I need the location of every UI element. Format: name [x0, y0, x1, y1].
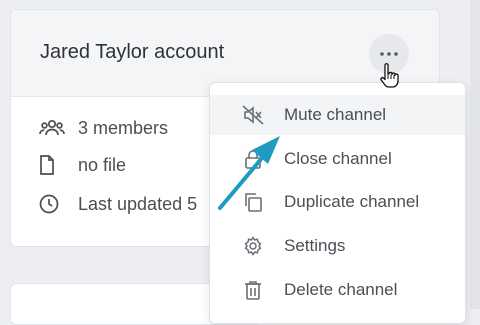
menu-item-delete-channel[interactable]: Delete channel [210, 270, 465, 310]
file-icon [39, 154, 65, 176]
menu-item-label: Close channel [284, 149, 392, 168]
card-title: Jared Taylor account [40, 41, 225, 63]
lock-icon [242, 148, 264, 170]
mute-icon [242, 104, 264, 126]
users-icon [39, 117, 65, 139]
menu-item-close-channel[interactable]: Close channel [210, 139, 465, 179]
file-status: no file [78, 154, 127, 175]
menu-item-label: Mute channel [284, 105, 387, 124]
updated-row: Last updated 5 [39, 193, 197, 215]
more-horizontal-icon [380, 52, 398, 56]
file-row: no file [39, 154, 126, 176]
members-row: 3 members [39, 117, 168, 139]
last-updated: Last updated 5 [78, 193, 198, 214]
members-count: 3 members [78, 117, 169, 138]
menu-item-label: Delete channel [284, 280, 398, 299]
menu-item-label: Duplicate channel [284, 192, 420, 211]
menu-item-duplicate-channel[interactable]: Duplicate channel [210, 182, 465, 222]
channel-options-menu: Mute channel Close channel Duplicate cha… [209, 82, 466, 324]
gear-icon [242, 235, 264, 257]
clock-icon [39, 193, 65, 215]
more-options-button[interactable] [369, 34, 409, 74]
menu-item-label: Settings [284, 236, 346, 255]
duplicate-icon [242, 191, 264, 213]
scrollbar[interactable] [470, 0, 480, 309]
menu-item-mute-channel[interactable]: Mute channel [210, 95, 465, 135]
menu-item-settings[interactable]: Settings [210, 226, 465, 266]
trash-icon [242, 279, 264, 301]
